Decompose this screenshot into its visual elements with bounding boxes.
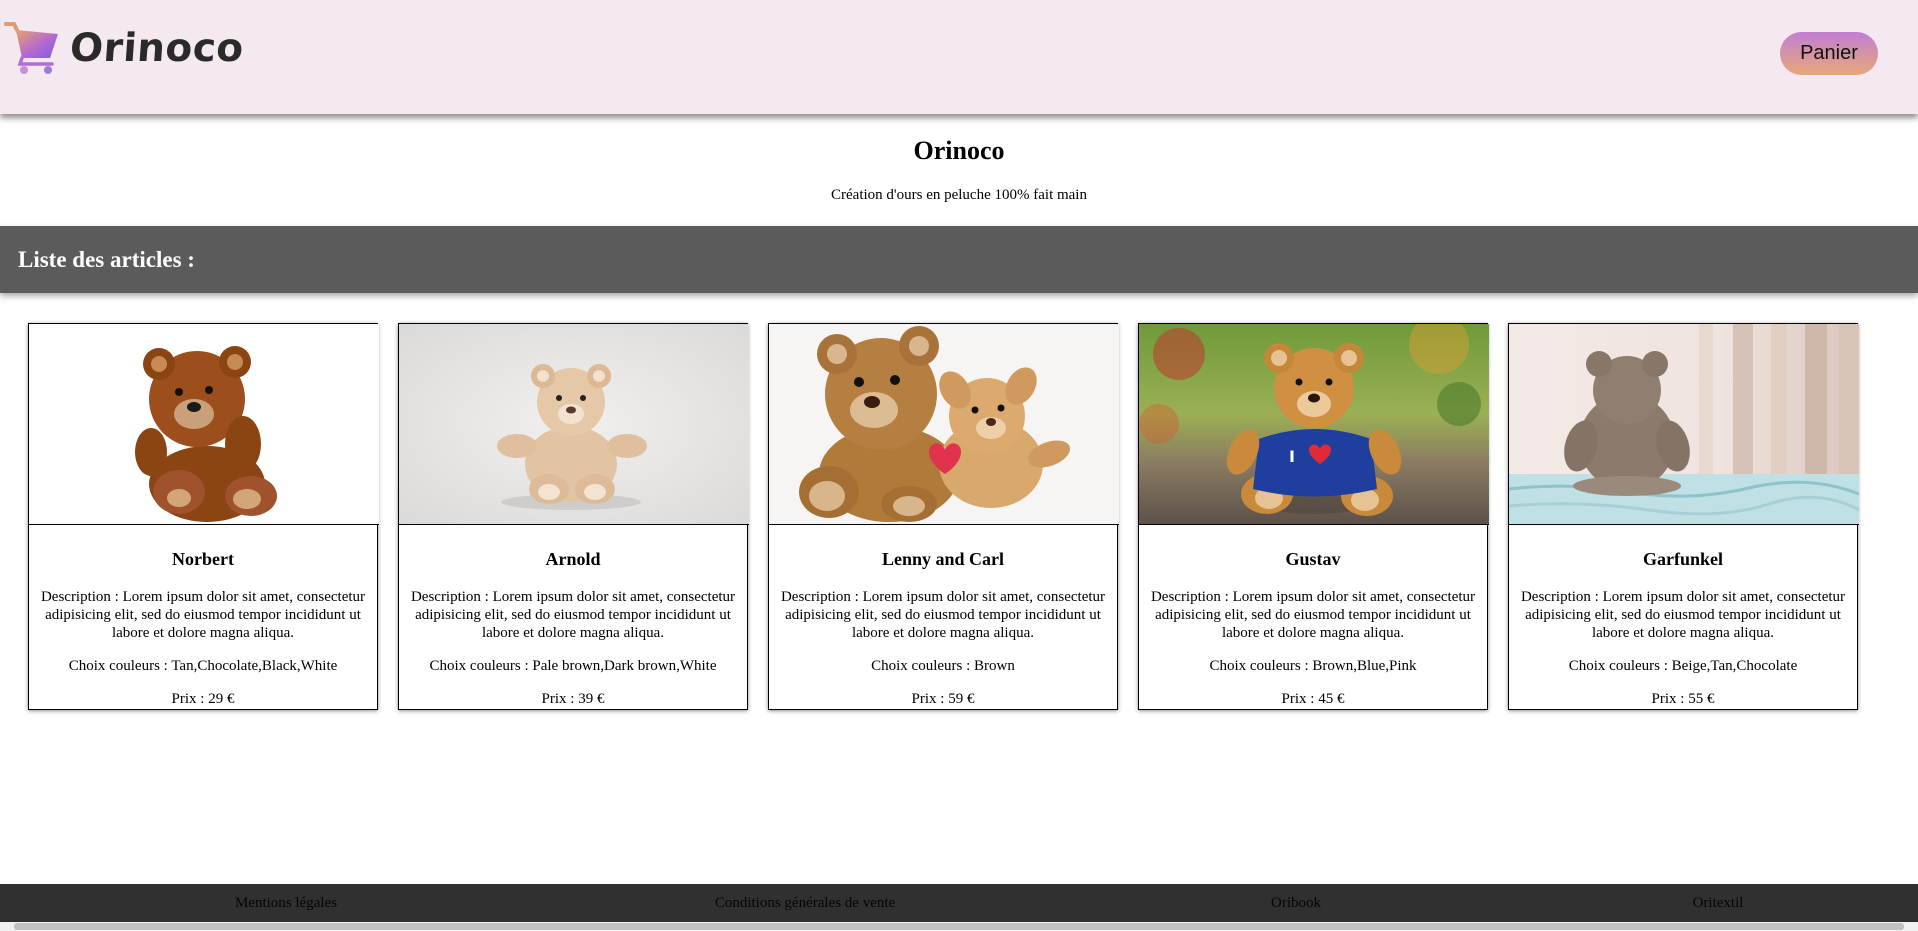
teddy-bear-photo [769, 324, 1119, 524]
site-footer: Mentions légales Conditions générales de… [0, 884, 1918, 922]
product-card[interactable]: I Gustav Description : Lorem ipsum dolor… [1138, 323, 1489, 710]
footer-link-oribook[interactable]: Oribook [1271, 884, 1321, 922]
product-description: Description : Lorem ipsum dolor sit amet… [1150, 589, 1476, 641]
product-image[interactable] [1509, 324, 1859, 525]
product-price: Prix : 39 € [541, 691, 605, 707]
product-price: Prix : 55 € [1651, 691, 1715, 707]
product-colors: Choix couleurs : Pale brown,Dark brown,W… [429, 658, 717, 674]
shopping-cart-icon [4, 22, 58, 74]
page-title: Orinoco [913, 136, 1005, 165]
product-colors: Choix couleurs : Brown [871, 658, 1015, 674]
product-name: Lenny and Carl [881, 549, 1005, 569]
product-image[interactable]: I [1139, 324, 1489, 525]
product-name: Garfunkel [1642, 549, 1723, 569]
teddy-bear-photo [1509, 324, 1859, 524]
product-image[interactable] [399, 324, 749, 525]
logo-text: Orinoco [68, 25, 246, 71]
product-card[interactable]: Norbert Description : Lorem ipsum dolor … [28, 323, 379, 710]
footer-link-oritextil[interactable]: Oritextil [1693, 884, 1744, 922]
product-colors: Choix couleurs : Tan,Chocolate,Black,Whi… [68, 658, 338, 674]
teddy-bear-photo: I [1139, 324, 1489, 524]
site-header: Orinoco Panier [0, 0, 1918, 114]
footer-link-terms[interactable]: Conditions générales de vente [715, 884, 895, 922]
product-card[interactable]: Arnold Description : Lorem ipsum dolor s… [398, 323, 749, 710]
section-title: Liste des articles : [18, 247, 195, 272]
product-colors: Choix couleurs : Brown,Blue,Pink [1209, 658, 1417, 674]
product-description: Description : Lorem ipsum dolor sit amet… [410, 589, 736, 641]
product-colors: Choix couleurs : Beige,Tan,Chocolate [1568, 658, 1798, 674]
product-list: Norbert Description : Lorem ipsum dolor … [28, 323, 1859, 710]
product-card[interactable]: Lenny and Carl Description : Lorem ipsum… [768, 323, 1119, 710]
horizontal-scrollbar[interactable] [0, 922, 1918, 931]
teddy-bear-photo [399, 324, 749, 524]
product-price: Prix : 45 € [1281, 691, 1345, 707]
product-price: Prix : 59 € [911, 691, 975, 707]
product-name: Norbert [172, 549, 234, 569]
product-image[interactable] [29, 324, 379, 525]
product-card[interactable]: Garfunkel Description : Lorem ipsum dolo… [1508, 323, 1859, 710]
product-description: Description : Lorem ipsum dolor sit amet… [780, 589, 1106, 641]
articles-section-header: Liste des articles : [0, 226, 1918, 293]
cart-button[interactable]: Panier [1780, 32, 1878, 75]
product-description: Description : Lorem ipsum dolor sit amet… [1520, 589, 1846, 641]
scrollbar-thumb[interactable] [14, 923, 1904, 930]
teddy-bear-photo [29, 324, 379, 524]
product-name: Arnold [545, 549, 601, 569]
product-name: Gustav [1285, 549, 1341, 569]
product-description: Description : Lorem ipsum dolor sit amet… [40, 589, 366, 641]
page-subtitle: Création d'ours en peluche 100% fait mai… [831, 187, 1087, 203]
svg-text:I: I [1289, 447, 1295, 466]
site-logo[interactable]: Orinoco [4, 20, 246, 76]
product-price: Prix : 29 € [171, 691, 235, 707]
product-image[interactable] [769, 324, 1119, 525]
footer-link-legal[interactable]: Mentions légales [235, 884, 337, 922]
